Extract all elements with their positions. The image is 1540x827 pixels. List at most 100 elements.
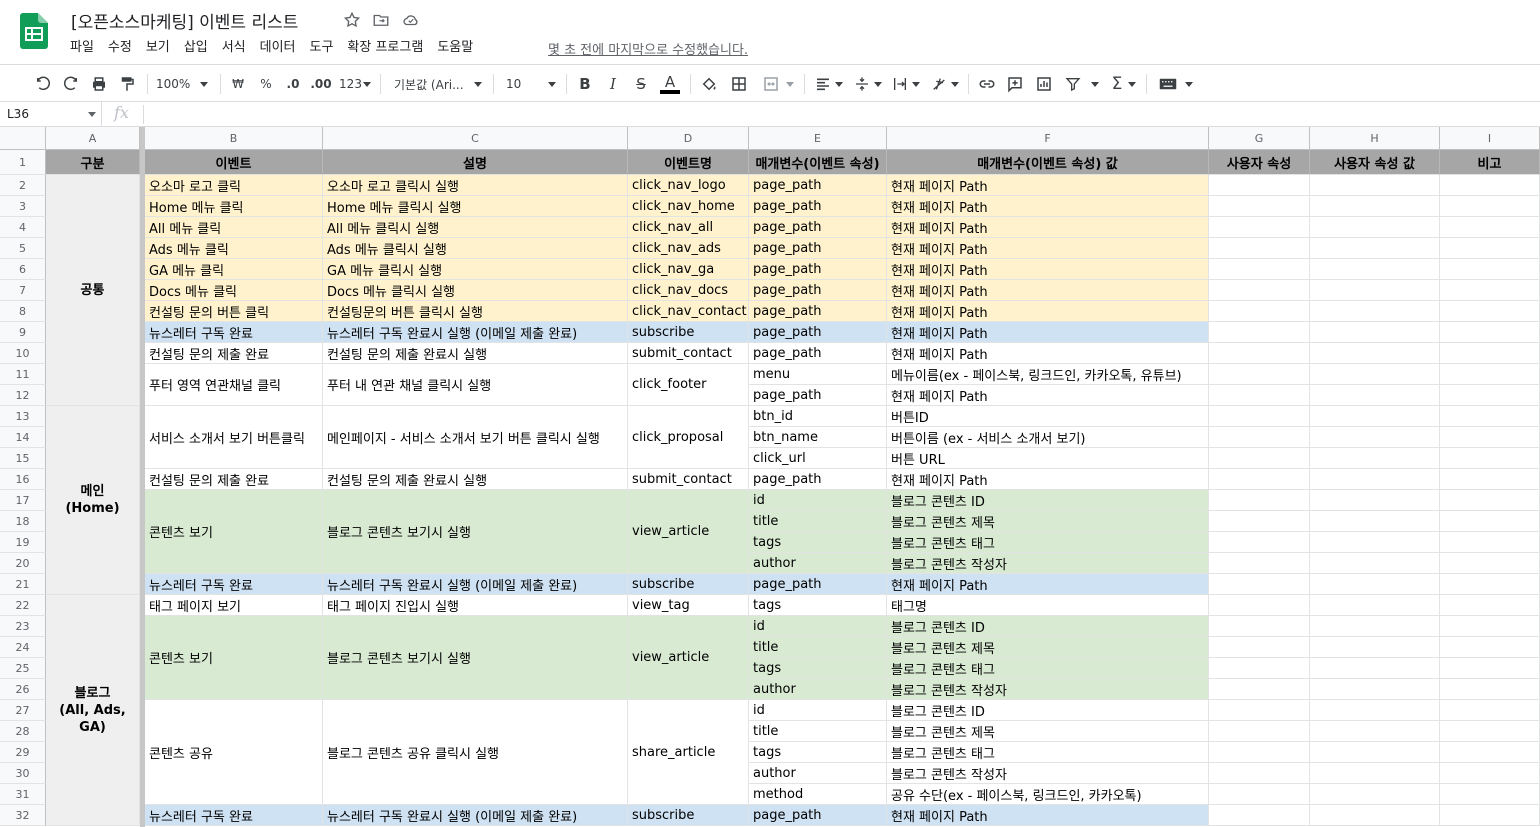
user-property-value-cell[interactable] bbox=[1310, 700, 1440, 721]
column-header-H[interactable]: H bbox=[1310, 127, 1440, 150]
note-cell[interactable] bbox=[1440, 385, 1540, 406]
user-property-cell[interactable] bbox=[1209, 805, 1310, 826]
currency-format-button[interactable]: ₩ bbox=[228, 65, 248, 103]
param-value-cell[interactable]: 버튼 URL bbox=[887, 448, 1209, 469]
sheets-logo-icon[interactable] bbox=[20, 13, 48, 49]
event-name-cell[interactable]: view_tag bbox=[628, 595, 749, 616]
note-cell[interactable] bbox=[1440, 301, 1540, 322]
note-cell[interactable] bbox=[1440, 805, 1540, 826]
row-header-25[interactable]: 25 bbox=[0, 658, 46, 679]
row-header-23[interactable]: 23 bbox=[0, 616, 46, 637]
frozen-column-divider[interactable] bbox=[140, 127, 145, 827]
user-property-cell[interactable] bbox=[1209, 763, 1310, 784]
paint-format-icon[interactable] bbox=[116, 65, 138, 103]
param-cell[interactable]: title bbox=[749, 637, 887, 658]
note-cell[interactable] bbox=[1440, 784, 1540, 805]
param-value-cell[interactable]: 현재 페이지 Path bbox=[887, 469, 1209, 490]
note-cell[interactable] bbox=[1440, 175, 1540, 196]
note-cell[interactable] bbox=[1440, 511, 1540, 532]
font-family-select[interactable]: 기본값 (Ari... bbox=[390, 65, 486, 103]
column-header-I[interactable]: I bbox=[1440, 127, 1540, 150]
param-cell[interactable]: page_path bbox=[749, 574, 887, 595]
italic-icon[interactable]: I bbox=[602, 65, 624, 103]
font-size-select[interactable]: 10 bbox=[502, 65, 560, 103]
description-cell[interactable]: Ads 메뉴 클릭시 실행 bbox=[323, 238, 628, 259]
category-cell[interactable]: 메인 (Home) bbox=[46, 406, 140, 595]
param-cell[interactable]: title bbox=[749, 511, 887, 532]
row-header-22[interactable]: 22 bbox=[0, 595, 46, 616]
description-cell[interactable]: 뉴스레터 구독 완료시 실행 (이메일 제출 완료) bbox=[323, 805, 628, 826]
event-name-cell[interactable]: share_article bbox=[628, 700, 749, 805]
note-cell[interactable] bbox=[1440, 595, 1540, 616]
fill-color-icon[interactable] bbox=[698, 65, 720, 103]
user-property-value-cell[interactable] bbox=[1310, 196, 1440, 217]
user-property-value-cell[interactable] bbox=[1310, 574, 1440, 595]
user-property-value-cell[interactable] bbox=[1310, 742, 1440, 763]
param-cell[interactable]: page_path bbox=[749, 238, 887, 259]
note-cell[interactable] bbox=[1440, 469, 1540, 490]
menu-item-1[interactable]: 수정 bbox=[101, 37, 139, 59]
row-header-18[interactable]: 18 bbox=[0, 511, 46, 532]
user-property-value-cell[interactable] bbox=[1310, 553, 1440, 574]
param-cell[interactable]: click_url bbox=[749, 448, 887, 469]
event-cell[interactable]: Docs 메뉴 클릭 bbox=[145, 280, 323, 301]
row-header-3[interactable]: 3 bbox=[0, 196, 46, 217]
note-cell[interactable] bbox=[1440, 217, 1540, 238]
description-cell[interactable]: 블로그 콘텐츠 보기시 실행 bbox=[323, 490, 628, 574]
input-tools-icon[interactable] bbox=[1156, 65, 1196, 103]
menu-item-0[interactable]: 파일 bbox=[63, 37, 101, 59]
event-name-cell[interactable]: click_nav_logo bbox=[628, 175, 749, 196]
param-cell[interactable]: tags bbox=[749, 658, 887, 679]
filter-icon[interactable] bbox=[1062, 65, 1102, 103]
user-property-cell[interactable] bbox=[1209, 217, 1310, 238]
note-cell[interactable] bbox=[1440, 742, 1540, 763]
note-cell[interactable] bbox=[1440, 427, 1540, 448]
param-value-cell[interactable]: 현재 페이지 Path bbox=[887, 196, 1209, 217]
event-cell[interactable]: Ads 메뉴 클릭 bbox=[145, 238, 323, 259]
event-cell[interactable]: 컨설팅 문의 제출 완료 bbox=[145, 469, 323, 490]
event-cell[interactable]: 콘텐츠 공유 bbox=[145, 700, 323, 805]
name-box[interactable]: L36 bbox=[0, 102, 102, 127]
event-cell[interactable]: 오소마 로고 클릭 bbox=[145, 175, 323, 196]
event-name-cell[interactable]: click_nav_ads bbox=[628, 238, 749, 259]
description-cell[interactable]: 블로그 콘텐츠 보기시 실행 bbox=[323, 616, 628, 700]
description-cell[interactable]: 컨설팅 문의 제출 완료시 실행 bbox=[323, 343, 628, 364]
event-cell[interactable]: 푸터 영역 연관채널 클릭 bbox=[145, 364, 323, 406]
param-cell[interactable]: tags bbox=[749, 595, 887, 616]
vertical-align-icon[interactable] bbox=[852, 65, 884, 103]
param-cell[interactable]: page_path bbox=[749, 301, 887, 322]
event-cell[interactable]: 서비스 소개서 보기 버튼클릭 bbox=[145, 406, 323, 469]
row-header-11[interactable]: 11 bbox=[0, 364, 46, 385]
event-name-cell[interactable]: click_nav_all bbox=[628, 217, 749, 238]
print-icon[interactable] bbox=[88, 65, 110, 103]
user-property-cell[interactable] bbox=[1209, 175, 1310, 196]
column-header-C[interactable]: C bbox=[323, 127, 628, 150]
param-cell[interactable]: author bbox=[749, 763, 887, 784]
param-value-cell[interactable]: 버튼ID bbox=[887, 406, 1209, 427]
row-header-29[interactable]: 29 bbox=[0, 742, 46, 763]
event-name-cell[interactable]: view_article bbox=[628, 490, 749, 574]
column-header-G[interactable]: G bbox=[1209, 127, 1310, 150]
param-value-cell[interactable]: 블로그 콘텐츠 태그 bbox=[887, 658, 1209, 679]
user-property-cell[interactable] bbox=[1209, 406, 1310, 427]
param-value-cell[interactable]: 버튼이름 (ex - 서비스 소개서 보기) bbox=[887, 427, 1209, 448]
param-cell[interactable]: author bbox=[749, 553, 887, 574]
param-cell[interactable]: btn_name bbox=[749, 427, 887, 448]
param-value-cell[interactable]: 메뉴이름(ex - 페이스북, 링크드인, 카카오톡, 유튜브) bbox=[887, 364, 1209, 385]
user-property-cell[interactable] bbox=[1209, 343, 1310, 364]
event-cell[interactable]: All 메뉴 클릭 bbox=[145, 217, 323, 238]
last-edit-link[interactable]: 몇 초 전에 마지막으로 수정했습니다. bbox=[548, 39, 748, 58]
row-header-4[interactable]: 4 bbox=[0, 217, 46, 238]
note-cell[interactable] bbox=[1440, 658, 1540, 679]
document-title[interactable]: [오픈소스마케팅] 이벤트 리스트 bbox=[71, 8, 298, 33]
user-property-cell[interactable] bbox=[1209, 784, 1310, 805]
param-value-cell[interactable]: 태그명 bbox=[887, 595, 1209, 616]
user-property-cell[interactable] bbox=[1209, 490, 1310, 511]
param-cell[interactable]: page_path bbox=[749, 343, 887, 364]
user-property-cell[interactable] bbox=[1209, 721, 1310, 742]
row-header-6[interactable]: 6 bbox=[0, 259, 46, 280]
row-header-8[interactable]: 8 bbox=[0, 301, 46, 322]
row-header-9[interactable]: 9 bbox=[0, 322, 46, 343]
user-property-value-cell[interactable] bbox=[1310, 805, 1440, 826]
param-value-cell[interactable]: 현재 페이지 Path bbox=[887, 301, 1209, 322]
